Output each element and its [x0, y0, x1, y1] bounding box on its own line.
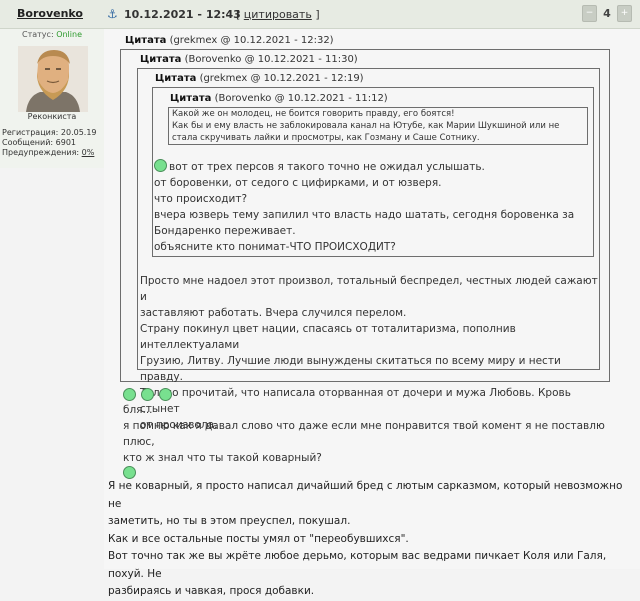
- quote-label: Цитата: [140, 54, 182, 65]
- quote-line-text: вот от трех персов я такого точно не ожи…: [169, 161, 485, 173]
- quote-4-title: Цитата (Borovenko @ 10.12.2021 - 11:12): [170, 93, 388, 104]
- smile-emoji-icon: [141, 388, 154, 401]
- status-value: Online: [56, 30, 82, 39]
- message-count: Сообщений: 6901: [2, 138, 76, 147]
- quote-line: Грузию, Литву. Лучшие люди вынуждены ски…: [140, 355, 561, 383]
- minus-vote-icon[interactable]: −: [582, 5, 597, 22]
- quote-label: Цитата: [170, 93, 212, 104]
- post-text: Я не коварный, я просто написал дичайший…: [108, 478, 636, 601]
- quote-2-title: Цитата (Borovenko @ 10.12.2021 - 11:30): [140, 54, 358, 65]
- post-line: Как и все остальные посты умял от "перео…: [108, 532, 409, 545]
- quote-line: вчера юзверь тему запилил что власть над…: [154, 209, 575, 221]
- post-date: 10.12.2021 - 12:43: [124, 8, 241, 21]
- quote-meta: (grekmex @ 10.12.2021 - 12:19): [199, 73, 364, 84]
- quote-line: я помню как я давал слово что даже если …: [123, 420, 605, 448]
- quote-label: Цитата: [155, 73, 197, 84]
- quote-line: вот от трех персов я такого точно не ожи…: [154, 159, 590, 175]
- warnings-label: Предупреждения:: [2, 148, 80, 157]
- quote-line: объясните кто понимат-ЧТО ПРОИСХОДИТ?: [154, 241, 396, 253]
- quote-label: Цитата: [125, 35, 167, 46]
- quote-line: Просто мне надоел этот произвол, тотальн…: [140, 275, 598, 303]
- quote-3-title: Цитата (grekmex @ 10.12.2021 - 12:19): [155, 73, 364, 84]
- warnings-value[interactable]: 0%: [82, 148, 95, 157]
- quote-meta: (Borovenko @ 10.12.2021 - 11:30): [184, 54, 358, 65]
- cite-label[interactable]: цитировать: [244, 8, 312, 21]
- rating-count: 4: [603, 7, 611, 20]
- quote-1-title: Цитата (grekmex @ 10.12.2021 - 12:32): [125, 35, 334, 46]
- user-rank: Реконкиста: [27, 112, 77, 121]
- registration-date: Регистрация: 20.05.19: [2, 128, 97, 137]
- author-name[interactable]: Borovenko: [0, 7, 100, 20]
- quote-line: заставляют работать. Вчера случился пере…: [140, 307, 407, 319]
- quote-meta: (Borovenko @ 10.12.2021 - 11:12): [214, 93, 388, 104]
- quote-meta: (grekmex @ 10.12.2021 - 12:32): [169, 35, 334, 46]
- quote-line: что происходит?: [154, 193, 248, 205]
- anchor-icon[interactable]: ⚓: [107, 7, 118, 21]
- avatar[interactable]: [18, 46, 88, 112]
- post-line: Вот точно так же вы жрёте любое дерьмо, …: [108, 550, 607, 580]
- quote-3-text: вот от трех персов я такого точно не ожи…: [154, 159, 590, 255]
- quote-1-text: бля... я помню как я давал слово что даж…: [123, 402, 635, 482]
- cite-bracket-open: [: [236, 8, 244, 21]
- post-line: разбираясь и чавкая, прося добавки.: [108, 585, 315, 597]
- smile-emoji-icon: [123, 388, 136, 401]
- quote-line: Страну покинул цвет нации, спасаясь от т…: [140, 323, 516, 351]
- emoji-row: [123, 388, 174, 401]
- quote-line: стала скручивать лайки и просмотры, как …: [172, 133, 480, 143]
- plus-vote-icon[interactable]: +: [617, 5, 632, 22]
- smile-emoji-icon: [154, 159, 167, 172]
- post-line: заметить, но ты в этом преуспел, покушал…: [108, 515, 351, 527]
- quote-line: кто ж знал что ты такой коварный?: [123, 452, 322, 464]
- rating: − 4 +: [582, 5, 632, 22]
- warnings: Предупреждения: 0%: [2, 148, 97, 158]
- cite-bracket-close: ]: [311, 8, 320, 21]
- post-header: Borovenko ⚓ 10.12.2021 - 12:43 [ цитиров…: [0, 0, 640, 29]
- quote-4-text: Какой же он молодец, не боится говорить …: [168, 107, 588, 145]
- smile-emoji-icon: [159, 388, 172, 401]
- status-label: Статус:: [22, 30, 54, 39]
- quote-line: Бондаренко переживает.: [154, 225, 296, 237]
- user-stats: Регистрация: 20.05.19 Сообщений: 6901 Пр…: [2, 128, 97, 158]
- quote-line: Как бы и ему власть не заблокировала кан…: [172, 121, 560, 131]
- quote-line: бля...: [123, 404, 153, 416]
- cite-link[interactable]: [ цитировать ]: [236, 8, 320, 21]
- quote-line: от боровенки, от седого с цифирками, и о…: [154, 177, 442, 189]
- post-line: Я не коварный, я просто написал дичайший…: [108, 480, 623, 510]
- user-status: Статус: Online: [0, 30, 104, 39]
- quote-line: Какой же он молодец, не боится говорить …: [172, 109, 455, 119]
